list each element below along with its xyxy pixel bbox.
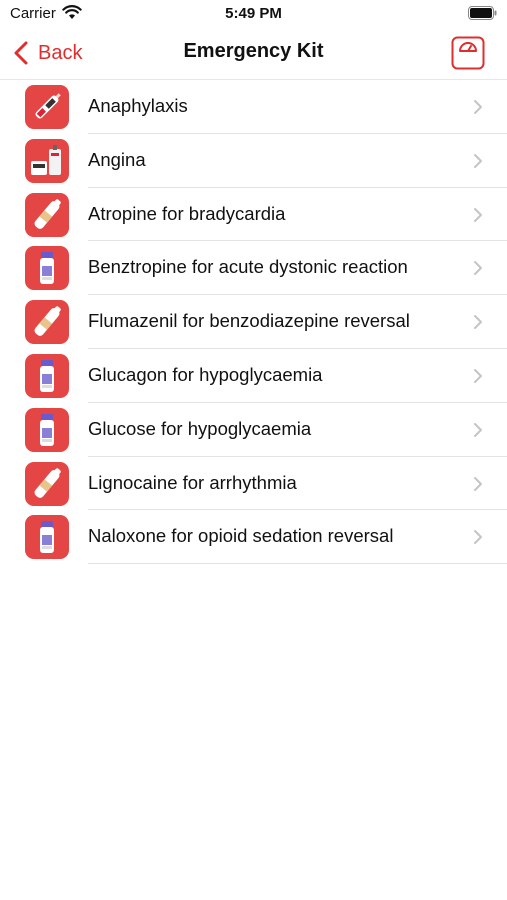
ampoule-icon [25,300,69,345]
chevron-right-icon [474,261,482,276]
list-item-label: Flumazenil for benzodiazepine reversal [88,310,410,332]
page-title: Emergency Kit [183,40,324,62]
emergency-kit-list: Anaphylaxis Angina Atropine for bradycar… [0,79,507,565]
list-item-label: Glucagon for hypoglycaemia [88,363,323,385]
list-item-label: Atropine for bradycardia [88,202,286,224]
chevron-right-icon [474,422,482,437]
list-item-label: Benztropine for acute dystonic reaction [88,256,408,278]
chevron-right-icon [474,530,482,545]
list-item-4[interactable]: Flumazenil for benzodiazepine reversal [0,295,507,349]
list-item-8[interactable]: Naloxone for opioid sedation reversal [0,510,507,565]
list-item-label: Anaphylaxis [88,95,188,116]
list-item-0[interactable]: Anaphylaxis [0,80,507,134]
ampoule-icon [25,461,69,506]
chevron-right-icon [474,153,482,168]
list-item-label: Angina [88,148,146,170]
list-item-label: Naloxone for opioid sedation reversal [88,525,394,547]
vial-icon [25,246,69,291]
list-item-label: Glucose for hypoglycaemia [88,417,312,439]
list-item-2[interactable]: Atropine for bradycardia [0,188,507,242]
status-bar: Carrier 5:49 PM [0,0,507,28]
weighing-scale-icon[interactable] [451,36,485,70]
vial-icon [25,515,69,560]
list-item-3[interactable]: Benztropine for acute dystonic reaction [0,241,507,296]
list-item-6[interactable]: Glucose for hypoglycaemia [0,403,507,457]
list-item-5[interactable]: Glucagon for hypoglycaemia [0,349,507,403]
list-item-7[interactable]: Lignocaine for arrhythmia [0,457,507,511]
vial-icon [25,353,69,398]
vial-icon [25,407,69,452]
spray-and-tablets-icon [25,138,69,183]
list-item-1[interactable]: Angina [0,134,507,188]
chevron-right-icon [474,100,482,114]
ampoule-icon [25,192,69,237]
list-item-label: Lignocaine for arrhythmia [88,471,297,493]
epipen-icon [25,85,69,129]
battery-icon [468,6,497,20]
chevron-right-icon [474,476,482,491]
row-divider [88,563,507,565]
navigation-bar: Back Emergency Kit [0,28,507,78]
chevron-right-icon [474,368,482,383]
chevron-right-icon [474,315,482,330]
chevron-right-icon [474,207,482,222]
status-time: 5:49 PM [225,5,282,22]
